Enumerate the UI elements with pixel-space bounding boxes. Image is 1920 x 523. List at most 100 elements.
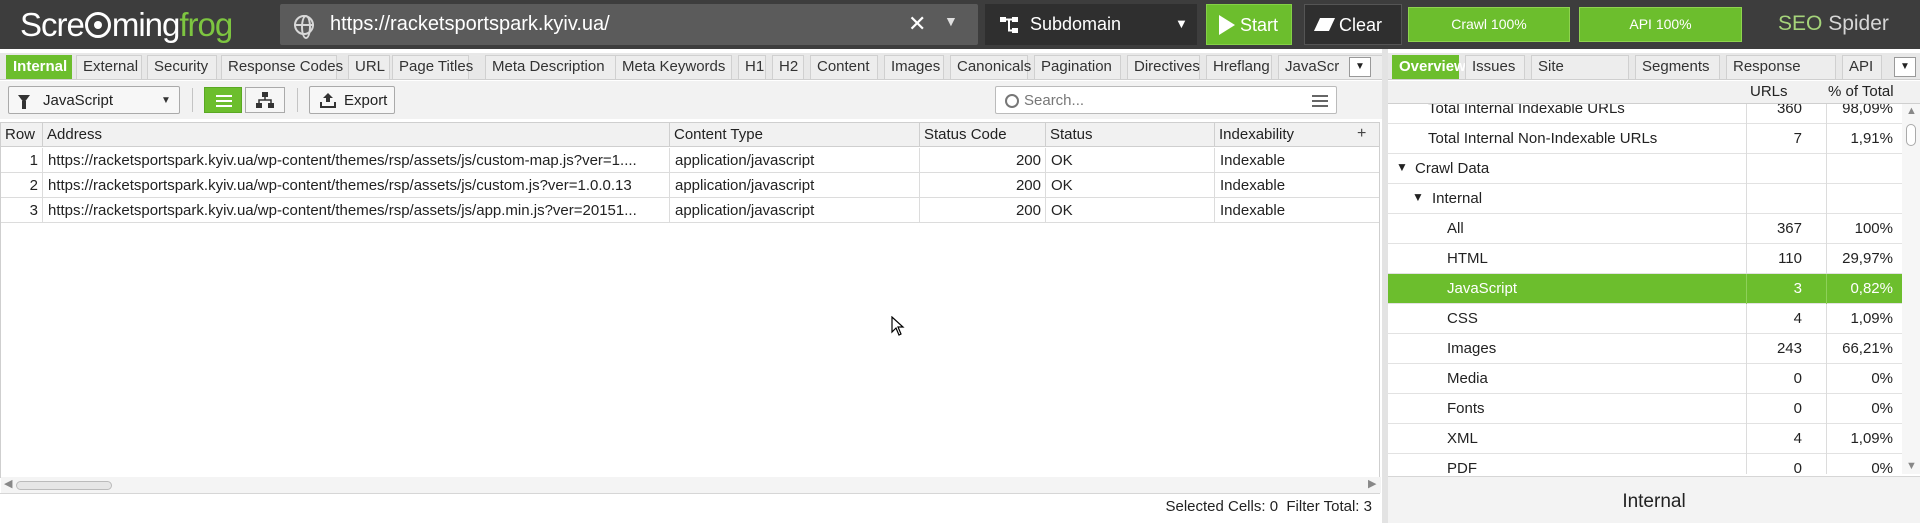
overview-row[interactable]: JavaScript 3 0,82% (1388, 274, 1902, 304)
tab-hreflang[interactable]: Hreflang (1206, 55, 1272, 79)
content-type-cell[interactable]: application/javascript (670, 148, 920, 173)
column-header-content-type[interactable]: Content Type (670, 123, 920, 147)
status-cell[interactable]: OK (1046, 198, 1215, 223)
address-cell[interactable]: https://racketsportspark.kyiv.ua/wp-cont… (43, 173, 670, 198)
column-header-status-code[interactable]: Status Code (920, 123, 1046, 147)
tab-page-titles[interactable]: Page Titles (392, 55, 473, 79)
tab-external[interactable]: External (76, 55, 142, 79)
overview-row-count: 367 (1776, 220, 1802, 237)
export-button[interactable]: Export (309, 86, 395, 114)
tab-canonicals[interactable]: Canonicals (950, 55, 1031, 79)
overview-row[interactable]: PDF 0 0% (1388, 454, 1902, 474)
content-type-cell[interactable]: application/javascript (670, 198, 920, 223)
expand-caret-icon[interactable]: ▼ (1396, 160, 1408, 174)
tab-pagination[interactable]: Pagination (1034, 55, 1121, 79)
tab-h1[interactable]: H1 (738, 55, 766, 79)
overview-row[interactable]: Media 0 0% (1388, 364, 1902, 394)
selected-section-title: Internal (1622, 491, 1686, 512)
filter-dropdown[interactable]: JavaScript ▼ (8, 86, 180, 114)
overview-row[interactable]: ▼ Internal (1388, 184, 1902, 214)
indexability-cell[interactable]: Indexable (1215, 173, 1379, 198)
product-suffix: Spider (1828, 12, 1889, 35)
status-cell[interactable]: OK (1046, 173, 1215, 198)
crawl-mode-select[interactable]: Subdomain ▼ (985, 4, 1197, 45)
vertical-scrollbar[interactable]: ▲ ▼ (1902, 104, 1920, 474)
expand-caret-icon[interactable]: ▼ (1412, 190, 1424, 204)
search-input[interactable] (1024, 90, 1294, 110)
row-number[interactable]: 2 (1, 173, 43, 198)
table-header: Row Address Content Type Status Code Sta… (1, 123, 1379, 147)
address-cell[interactable]: https://racketsportspark.kyiv.ua/wp-cont… (43, 198, 670, 223)
tab-content[interactable]: Content (810, 55, 878, 79)
clear-button[interactable]: Clear (1304, 4, 1402, 45)
tab-overview[interactable]: Overview (1392, 55, 1466, 79)
overview-row-label: Crawl Data (1415, 160, 1490, 177)
column-header-status[interactable]: Status (1046, 123, 1215, 147)
clear-button-label: Clear (1339, 15, 1383, 35)
tab-meta-keywords[interactable]: Meta Keywords (615, 55, 732, 79)
horizontal-scrollbar[interactable]: ◀ ▶ (1, 477, 1381, 493)
tab-response-codes[interactable]: Response Codes (221, 55, 343, 79)
tab-api[interactable]: API (1842, 55, 1882, 79)
table-row[interactable]: 3 https://racketsportspark.kyiv.ua/wp-con… (1, 198, 1379, 223)
add-column-icon[interactable]: + (1357, 125, 1366, 143)
indexability-cell[interactable]: Indexable (1215, 198, 1379, 223)
tab-meta-description[interactable]: Meta Description (485, 55, 621, 79)
overview-row[interactable]: HTML 110 29,97% (1388, 244, 1902, 274)
overview-row-label: JavaScript (1447, 280, 1518, 297)
overview-row[interactable]: XML 4 1,09% (1388, 424, 1902, 454)
scroll-down-icon[interactable]: ▼ (1906, 460, 1917, 472)
tab-url[interactable]: URL (348, 55, 390, 79)
overview-row[interactable]: Total Internal Non-Indexable URLs 7 1,91% (1388, 124, 1902, 154)
scroll-up-icon[interactable]: ▲ (1906, 105, 1917, 117)
status-code-cell[interactable]: 200 (920, 173, 1046, 198)
status-code-cell[interactable]: 200 (920, 198, 1046, 223)
row-number[interactable]: 1 (1, 148, 43, 173)
tab-issues[interactable]: Issues (1465, 55, 1525, 79)
overview-row[interactable]: Total Internal Indexable URLs 360 98,09% (1388, 104, 1902, 124)
overview-row[interactable]: CSS 4 1,09% (1388, 304, 1902, 334)
tab-site-structure[interactable]: Site Structure (1531, 55, 1629, 79)
main-tab-strip: Internal External Security Response Codes UR… (0, 53, 1384, 80)
column-divider (1826, 304, 1827, 334)
status-code-cell[interactable]: 200 (920, 148, 1046, 173)
tab-segments[interactable]: Segments (1635, 55, 1720, 79)
overview-row[interactable]: All 367 100% (1388, 214, 1902, 244)
indexability-cell[interactable]: Indexable (1215, 148, 1379, 173)
overview-row[interactable]: Fonts 0 0% (1388, 394, 1902, 424)
list-view-button[interactable] (204, 87, 242, 113)
tab-overflow-icon[interactable]: ▼ (1349, 57, 1371, 77)
column-header-indexability[interactable]: Indexability (1215, 123, 1379, 147)
table-row[interactable]: 1 https://racketsportspark.kyiv.ua/wp-con… (1, 148, 1379, 173)
tab-h2[interactable]: H2 (772, 55, 804, 79)
overview-row-percent: 29,97% (1842, 250, 1893, 267)
overview-row-label: Images (1447, 340, 1497, 357)
tab-images[interactable]: Images (884, 55, 944, 79)
tab-response-times[interactable]: Response Times (1726, 55, 1836, 79)
status-cell[interactable]: OK (1046, 148, 1215, 173)
start-button[interactable]: Start (1206, 4, 1292, 45)
tab-overflow-icon[interactable]: ▼ (1894, 57, 1916, 77)
overview-row[interactable]: ▼ Crawl Data (1388, 154, 1902, 184)
column-header-address[interactable]: Address (43, 123, 670, 147)
scrollbar-thumb[interactable] (16, 481, 112, 490)
table-row[interactable]: 2 https://racketsportspark.kyiv.ua/wp-con… (1, 173, 1379, 198)
overview-row-percent: 1,09% (1850, 310, 1893, 327)
overview-row[interactable]: Images 243 66,21% (1388, 334, 1902, 364)
tab-directives[interactable]: Directives (1127, 55, 1200, 79)
scroll-right-icon[interactable]: ▶ (1368, 477, 1376, 490)
url-history-dropdown-icon[interactable]: ▼ (944, 13, 958, 29)
tab-security[interactable]: Security (147, 55, 217, 79)
scroll-left-icon[interactable]: ◀ (4, 477, 12, 490)
toolbar-divider (192, 88, 193, 112)
search-settings-icon[interactable] (1312, 94, 1328, 108)
address-cell[interactable]: https://racketsportspark.kyiv.ua/wp-cont… (43, 148, 670, 173)
content-type-cell[interactable]: application/javascript (670, 173, 920, 198)
scrollbar-thumb[interactable] (1906, 124, 1916, 146)
tree-view-button[interactable] (245, 87, 285, 113)
column-header-row[interactable]: Row (1, 123, 43, 147)
url-input[interactable] (330, 10, 870, 39)
row-number[interactable]: 3 (1, 198, 43, 223)
tab-internal[interactable]: Internal (6, 55, 72, 79)
clear-url-icon[interactable]: ✕ (908, 11, 926, 37)
